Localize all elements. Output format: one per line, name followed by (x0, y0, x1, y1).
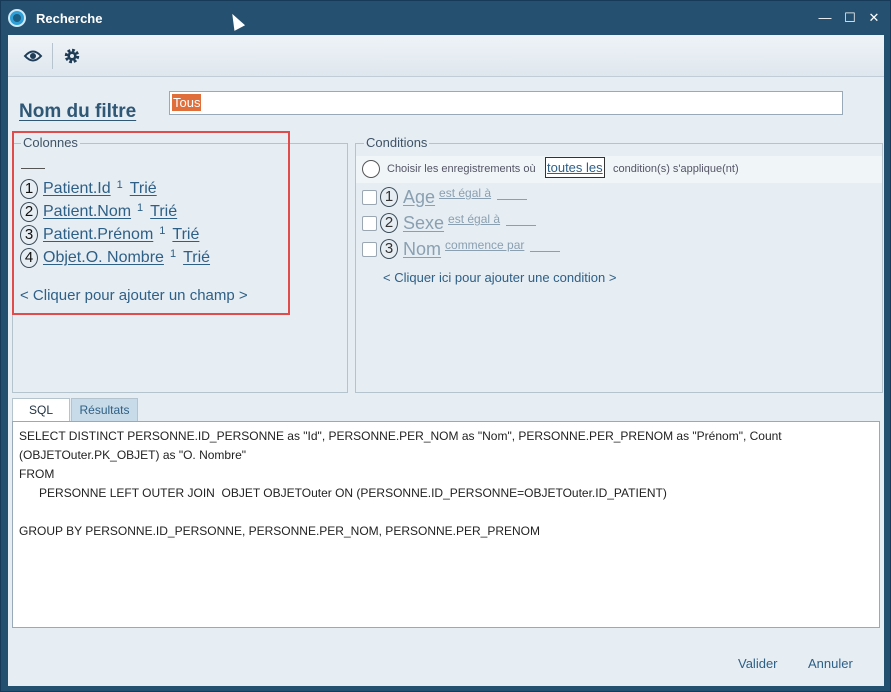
condition-field-link[interactable]: Age (403, 187, 435, 208)
condition-value-link[interactable] (530, 250, 561, 252)
tab-sql[interactable]: SQL (12, 398, 70, 422)
filter-name-label: Nom du filtre (19, 101, 137, 122)
search-window: Recherche — ☐ ✕ Nom du filtre Tous Colon… (0, 0, 891, 692)
condition-value-link[interactable] (497, 198, 528, 200)
filter-name-input[interactable]: Tous (169, 91, 843, 115)
condition-field-link[interactable]: Nom (403, 239, 441, 260)
tab-results[interactable]: Résultats (71, 398, 138, 422)
condition-row[interactable]: 1 Age est égal à (362, 186, 528, 208)
conditions-prefix-text: Choisir les enregistrements où (387, 163, 536, 175)
conditions-group: Conditions Choisir les enregistrements o… (355, 135, 883, 393)
condition-number: 2 (380, 213, 398, 233)
conditions-mode-radio[interactable] (362, 160, 380, 178)
settings-button[interactable] (57, 41, 87, 71)
condition-number: 1 (380, 187, 398, 207)
filter-name-value: Tous (172, 94, 202, 111)
condition-operator-link[interactable]: est égal à (439, 186, 491, 200)
conditions-mode-link[interactable]: toutes les (545, 157, 605, 178)
condition-checkbox[interactable] (362, 241, 377, 257)
condition-checkbox[interactable] (362, 215, 377, 231)
minimize-button[interactable]: — (816, 9, 834, 27)
condition-checkbox[interactable] (362, 189, 377, 205)
eye-icon (23, 50, 43, 62)
window-title: Recherche (36, 11, 103, 26)
columns-highlight-box (12, 131, 290, 315)
conditions-title: Conditions (364, 135, 430, 150)
maximize-button[interactable]: ☐ (841, 9, 859, 27)
condition-operator-link[interactable]: commence par (445, 238, 524, 252)
add-condition-link[interactable]: < Cliquer ici pour ajouter une condition… (383, 270, 616, 285)
conditions-mode-row: Choisir les enregistrements où toutes le… (356, 156, 882, 183)
preview-button[interactable] (18, 41, 48, 71)
condition-row[interactable]: 3 Nom commence par (362, 238, 561, 260)
condition-field-link[interactable]: Sexe (403, 213, 444, 234)
validate-button[interactable]: Valider (738, 656, 778, 671)
title-bar[interactable]: Recherche — ☐ ✕ (1, 1, 890, 35)
cancel-button[interactable]: Annuler (808, 656, 853, 671)
close-button[interactable]: ✕ (865, 9, 883, 27)
gear-icon (64, 48, 80, 64)
toolbar-separator (52, 43, 53, 69)
condition-operator-link[interactable]: est égal à (448, 212, 500, 226)
toolbar (8, 35, 884, 77)
mouse-cursor-icon (226, 11, 246, 31)
dialog-body: Nom du filtre Tous Colonnes 1 Patient.Id… (8, 35, 884, 686)
sql-text-area[interactable]: SELECT DISTINCT PERSONNE.ID_PERSONNE as … (12, 421, 880, 628)
condition-number: 3 (380, 239, 398, 259)
bottom-tabs: SQL Résultats SELECT DISTINCT PERSONNE.I… (10, 396, 884, 642)
app-logo-icon (8, 9, 26, 27)
condition-row[interactable]: 2 Sexe est égal à (362, 212, 537, 234)
condition-value-link[interactable] (506, 224, 537, 226)
dialog-footer: Valider Annuler (8, 642, 884, 686)
conditions-suffix-text: condition(s) s'applique(nt) (613, 163, 739, 175)
